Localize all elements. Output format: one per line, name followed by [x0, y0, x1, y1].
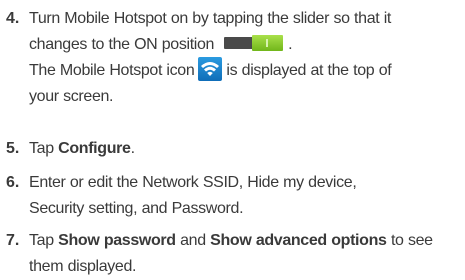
- wifi-hotspot-icon: [198, 56, 223, 81]
- toggle-slider-icon: [224, 35, 284, 52]
- step-text: Tap Show password and Show advanced opti…: [29, 228, 461, 280]
- step-4-line-3: The Mobile Hotspot icon is displayed at …: [29, 56, 461, 84]
- step-text: Turn Mobile Hotspot on by tapping the sl…: [29, 6, 461, 110]
- step-7-post: to see: [386, 232, 433, 249]
- step-6-line-1: Enter or edit the Network SSID, Hide my …: [29, 174, 357, 191]
- step-4-line-2-period: .: [288, 36, 293, 53]
- step-text: Enter or edit the Network SSID, Hide my …: [29, 170, 461, 222]
- step-4-line-4: your screen.: [29, 88, 114, 105]
- step-7-line-1: Tap Show password and Show advanced opti…: [29, 228, 461, 254]
- step-5-pre: Tap: [29, 140, 59, 157]
- step-6-line-2: Security setting, and Password.: [29, 200, 244, 217]
- step-4-line-3-before: The Mobile Hotspot icon: [29, 62, 195, 79]
- step-7-line-2: them displayed.: [29, 258, 137, 275]
- step-4-line-1: Turn Mobile Hotspot on by tapping the sl…: [29, 10, 392, 27]
- show-password-label: Show password: [58, 232, 176, 249]
- step-5-post: .: [130, 140, 135, 157]
- step-5-line-1: Tap Configure.: [29, 136, 461, 162]
- step-4-line-2: changes to the ON position.: [29, 32, 461, 58]
- step-7-pre: Tap: [29, 232, 59, 249]
- step-number: 5.: [6, 140, 20, 157]
- configure-label: Configure: [58, 140, 131, 157]
- step-number: 6.: [6, 174, 20, 191]
- show-advanced-options-label: Show advanced options: [210, 232, 387, 249]
- step-text: Tap Configure.: [29, 136, 461, 162]
- step-number: 4.: [6, 10, 20, 27]
- step-4-line-3-after: is displayed at the top of: [226, 62, 392, 79]
- step-number: 7.: [6, 232, 20, 249]
- step-7-mid: and: [175, 232, 211, 249]
- document-page: 4. Turn Mobile Hotspot on by tapping the…: [0, 0, 465, 277]
- step-4-line-2-text: changes to the ON position: [29, 36, 215, 53]
